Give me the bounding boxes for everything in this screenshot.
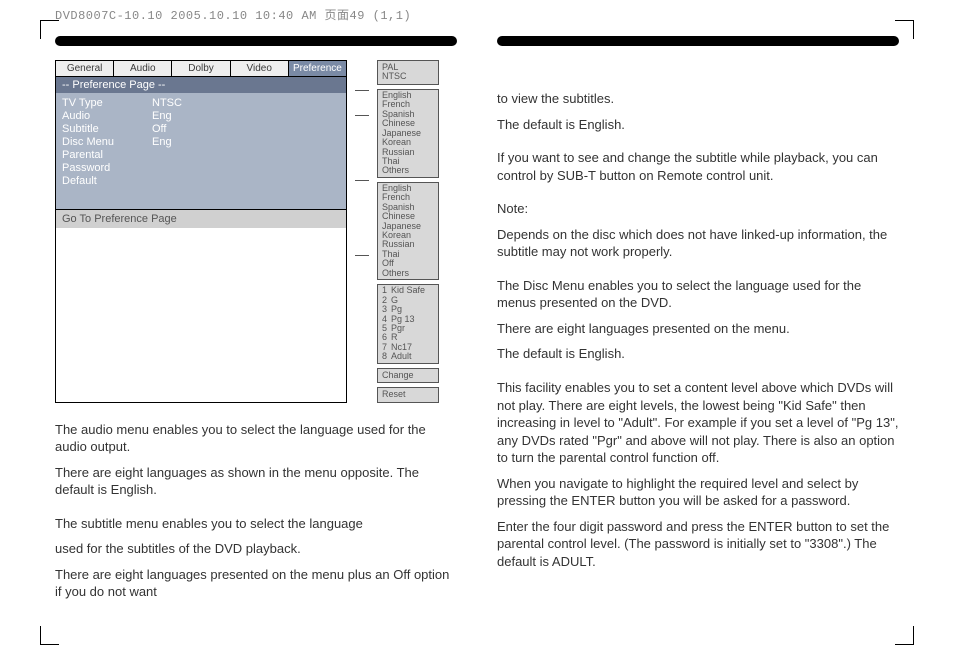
para: used for the subtitles of the DVD playba… xyxy=(55,540,457,558)
submenu-tvtype[interactable]: PAL NTSC xyxy=(377,60,439,85)
row-value xyxy=(152,175,340,187)
connectors xyxy=(355,60,369,403)
tab-dolby[interactable]: Dolby xyxy=(172,61,230,76)
para: This facility enables you to set a conte… xyxy=(497,379,899,467)
osd-page-title: -- Preference Page -- xyxy=(56,77,346,93)
left-column: General Audio Dolby Video Preference -- … xyxy=(55,30,457,635)
tab-general[interactable]: General xyxy=(56,61,114,76)
row-value xyxy=(152,162,340,174)
osd-tabs: General Audio Dolby Video Preference xyxy=(56,61,346,77)
submenu-parental[interactable]: 1Kid Safe 2G 3Pg 4Pg 13 5Pgr 6R 7Nc17 8A… xyxy=(377,284,439,364)
para: Enter the four digit password and press … xyxy=(497,518,899,571)
row-value: Eng xyxy=(152,136,340,148)
opt[interactable]: Others xyxy=(382,269,434,278)
para: There are eight languages presented on t… xyxy=(497,320,899,338)
osd-panel: General Audio Dolby Video Preference -- … xyxy=(55,60,347,403)
row-value: Eng xyxy=(152,110,340,122)
osd-figure: General Audio Dolby Video Preference -- … xyxy=(55,60,457,403)
row-label[interactable]: Default xyxy=(62,175,152,187)
para: Note: xyxy=(497,200,899,218)
opt[interactable]: Others xyxy=(382,166,434,175)
n: 8 xyxy=(382,352,387,361)
submenu-audio[interactable]: English French Spanish Chinese Japanese … xyxy=(377,89,439,178)
row-value: Off xyxy=(152,123,340,135)
row-label[interactable]: Subtitle xyxy=(62,123,152,135)
opt[interactable]: NTSC xyxy=(382,72,434,81)
submenu-subtitle[interactable]: English French Spanish Chinese Japanese … xyxy=(377,182,439,280)
para: to view the subtitles. xyxy=(497,90,899,108)
row-value xyxy=(152,149,340,161)
right-body-text: to view the subtitles. The default is En… xyxy=(497,90,899,586)
osd-hint: Go To Preference Page xyxy=(56,209,346,228)
tab-video[interactable]: Video xyxy=(231,61,289,76)
row-label[interactable]: Disc Menu xyxy=(62,136,152,148)
left-body-text: The audio menu enables you to select the… xyxy=(55,421,457,617)
page-body: General Audio Dolby Video Preference -- … xyxy=(55,30,899,635)
right-column: to view the subtitles. The default is En… xyxy=(497,30,899,635)
submenus: PAL NTSC English French Spanish Chinese … xyxy=(377,60,439,403)
section-rule xyxy=(55,36,457,46)
para: There are eight languages presented on t… xyxy=(55,566,457,601)
tab-preference[interactable]: Preference xyxy=(289,61,346,76)
osd-settings: TV TypeNTSC AudioEng SubtitleOff Disc Me… xyxy=(56,93,346,209)
para: The audio menu enables you to select the… xyxy=(55,421,457,456)
row-value: NTSC xyxy=(152,97,340,109)
para: The Disc Menu enables you to select the … xyxy=(497,277,899,312)
para: Depends on the disc which does not have … xyxy=(497,226,899,261)
print-header: DVD8007C-10.10 2005.10.10 10:40 AM 页面49 … xyxy=(55,6,411,23)
row-label[interactable]: Audio xyxy=(62,110,152,122)
row-label[interactable]: TV Type xyxy=(62,97,152,109)
para: The default is English. xyxy=(497,345,899,363)
section-rule xyxy=(497,36,899,46)
para: If you want to see and change the subtit… xyxy=(497,149,899,184)
para: When you navigate to highlight the requi… xyxy=(497,475,899,510)
submenu-default[interactable]: Reset xyxy=(377,387,439,402)
para: The subtitle menu enables you to select … xyxy=(55,515,457,533)
opt[interactable]: Adult xyxy=(391,352,412,361)
row-label[interactable]: Password xyxy=(62,162,152,174)
para: The default is English. xyxy=(497,116,899,134)
para: There are eight languages as shown in th… xyxy=(55,464,457,499)
row-label[interactable]: Parental xyxy=(62,149,152,161)
submenu-password[interactable]: Change xyxy=(377,368,439,383)
tab-audio[interactable]: Audio xyxy=(114,61,172,76)
